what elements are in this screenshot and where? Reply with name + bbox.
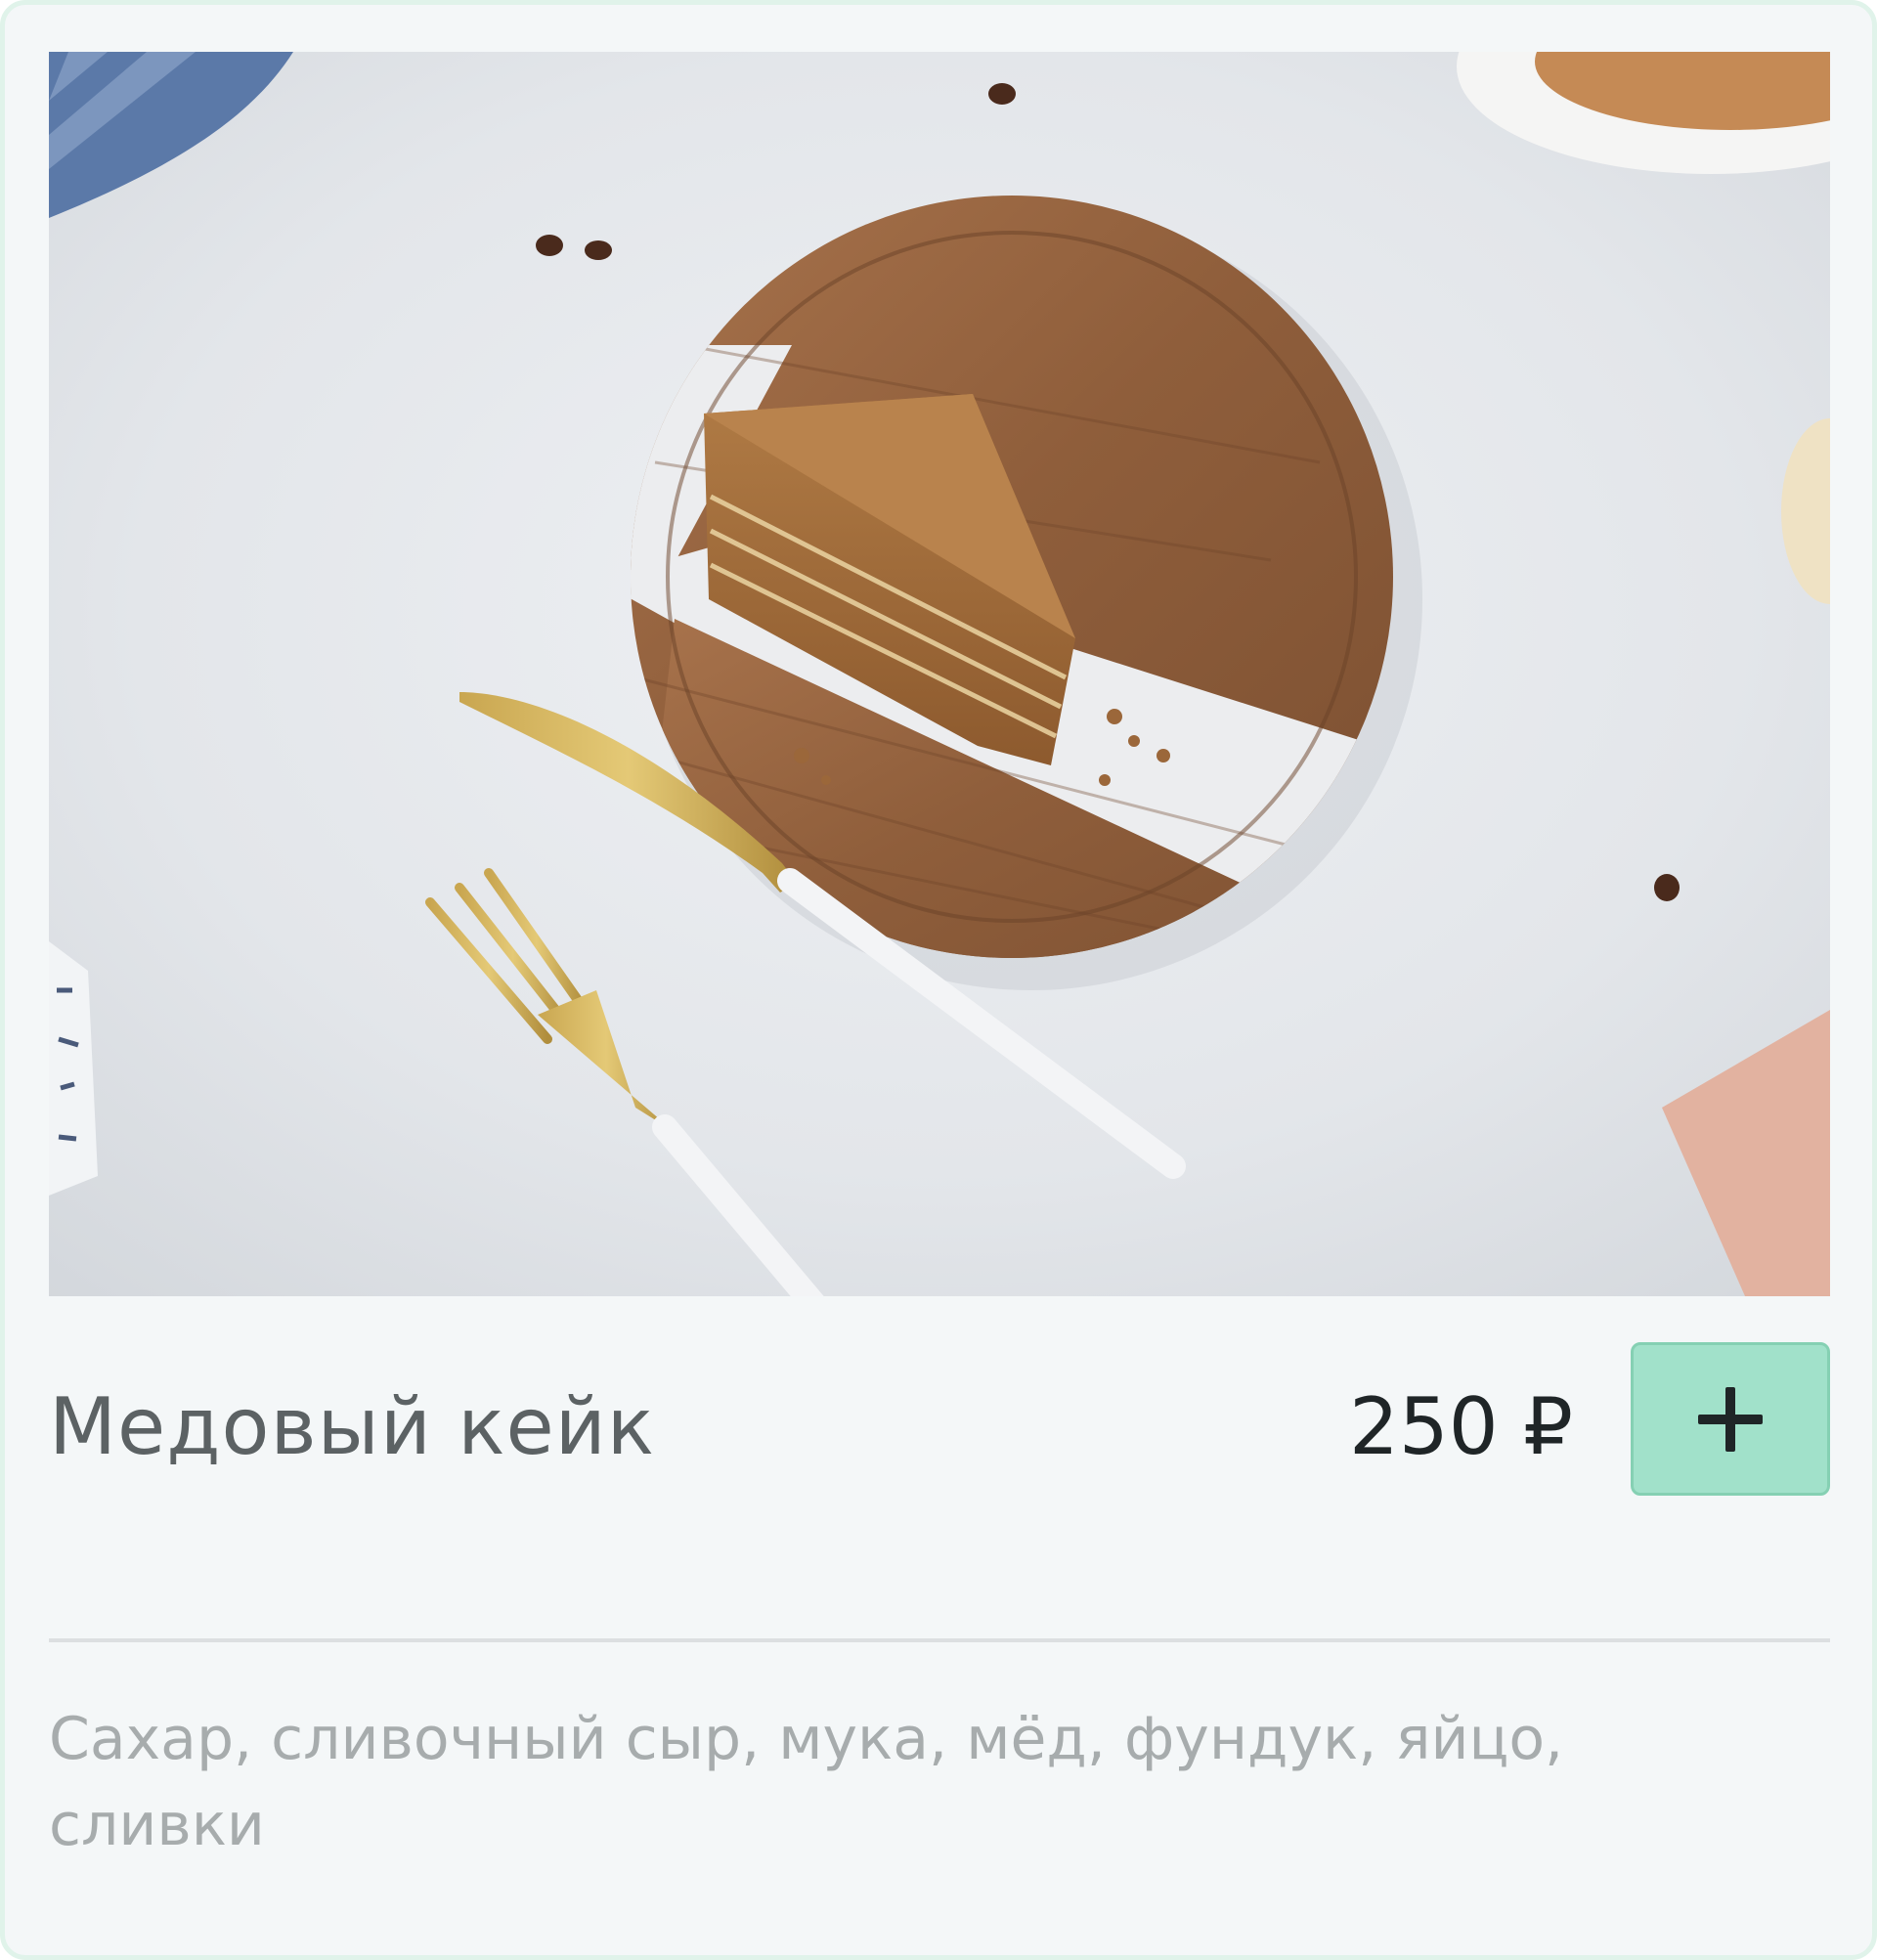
product-title: Медовый кейк (49, 1381, 656, 1472)
divider (49, 1638, 1830, 1642)
add-to-cart-button[interactable] (1631, 1342, 1830, 1496)
product-ingredients: Сахар, сливочный сыр, мука, мёд, фундук,… (49, 1705, 1564, 1859)
product-card: Медовый кейк 250 ₽ Сахар, сливочный сыр,… (0, 0, 1877, 1960)
product-price: 250 ₽ (1348, 1381, 1573, 1472)
product-image[interactable] (49, 52, 1830, 1296)
plus-icon (1698, 1386, 1763, 1452)
